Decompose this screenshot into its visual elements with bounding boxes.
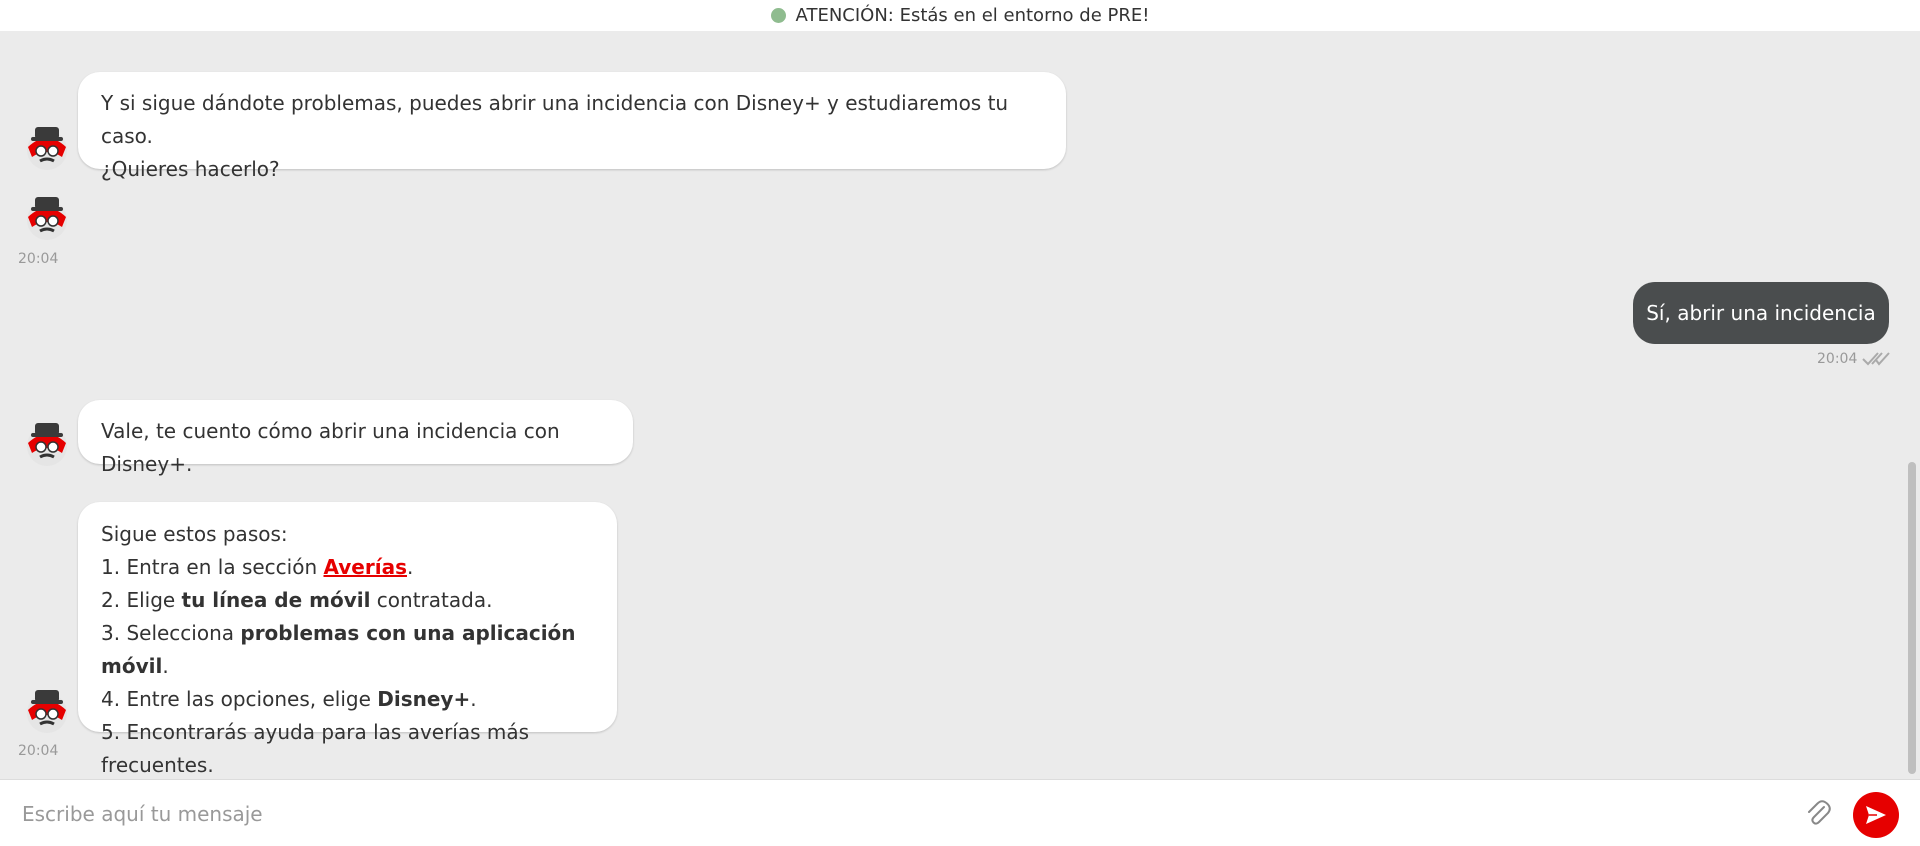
user-message-text: Sí, abrir una incidencia [1646, 301, 1876, 325]
bot-avatar-icon [27, 423, 67, 466]
step-item: 1. Entra en la sección Averías. [101, 555, 414, 579]
averias-link[interactable]: Averías [323, 555, 407, 579]
banner-text: ATENCIÓN: Estás en el entorno de PRE! [795, 5, 1150, 26]
send-icon [1866, 806, 1886, 824]
chat-scrollbar-thumb[interactable] [1908, 462, 1916, 774]
bot-avatar-icon [27, 690, 67, 733]
message-composer [0, 779, 1920, 846]
double-check-icon [1862, 352, 1890, 366]
status-dot-icon [770, 8, 786, 23]
step-item: 3. Selecciona problemas con una aplicaci… [101, 621, 576, 678]
step-item: 5. Encontrarás ayuda para las averías má… [101, 720, 530, 777]
bot-message: Vale, te cuento cómo abrir una incidenci… [78, 400, 633, 476]
bot-message-line: ¿Quieres hacerlo? [101, 157, 280, 181]
user-message: Sí, abrir una incidencia [1633, 282, 1889, 344]
message-timestamp: 20:04 [18, 251, 59, 267]
steps-intro: Sigue estos pasos: [101, 522, 288, 546]
step-item: 4. Entre las opciones, elige Disney+. [101, 687, 477, 711]
bot-avatar-icon [27, 197, 67, 240]
chat-history[interactable]: Y si sigue dándote problemas, puedes abr… [0, 31, 1920, 779]
message-timestamp: 20:04 [18, 743, 59, 759]
bot-message-line: Y si sigue dándote problemas, puedes abr… [101, 91, 1009, 148]
paperclip-icon[interactable] [1804, 798, 1832, 826]
send-button[interactable] [1853, 792, 1899, 838]
bot-message-line: Vale, te cuento cómo abrir una incidenci… [101, 419, 560, 476]
message-input[interactable] [20, 794, 1784, 834]
bot-avatar-icon [27, 127, 67, 170]
bot-message: Y si sigue dándote problemas, puedes abr… [78, 72, 1066, 181]
environment-banner: ATENCIÓN: Estás en el entorno de PRE! [0, 0, 1920, 31]
message-timestamp: 20:04 [1817, 351, 1858, 367]
step-item: 2. Elige tu línea de móvil contratada. [101, 588, 493, 612]
bot-message: Sigue estos pasos: 1. Entra en la secció… [78, 502, 617, 777]
